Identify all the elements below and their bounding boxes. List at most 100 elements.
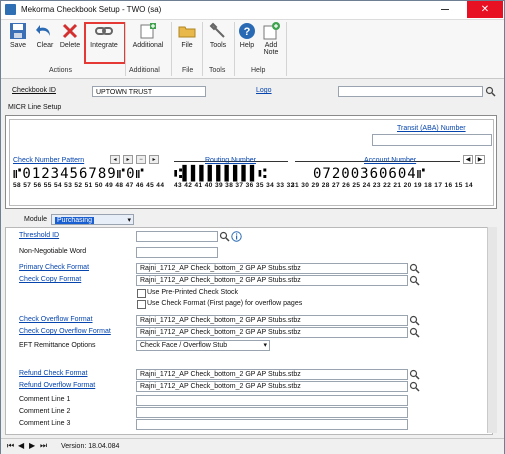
lookup-icon[interactable] — [409, 263, 420, 274]
help-icon: ? — [239, 23, 255, 39]
refund-check-format-field[interactable]: Rajni_1712_AP Check_bottom_2 GP AP Stubs… — [136, 369, 408, 380]
comment3-label: Comment Line 3 — [19, 420, 71, 427]
check-copy-format-field[interactable]: Rajni_1712_AP Check_bottom_2 GP AP Stubs… — [136, 275, 408, 286]
move-left-button[interactable]: ◂ — [110, 155, 120, 164]
help-button[interactable]: ? Help — [237, 22, 257, 66]
eft-remittance-label: EFT Remittance Options — [19, 342, 96, 349]
transit-number-field[interactable] — [372, 134, 492, 146]
chain-link-icon — [95, 27, 113, 35]
logo-link[interactable]: Logo — [256, 87, 272, 94]
checkbook-header: Checkbook ID UPTOWN TRUST Logo — [1, 81, 504, 101]
lookup-icon[interactable] — [219, 231, 230, 242]
logo-field[interactable] — [338, 86, 483, 97]
check-copy-format-link[interactable]: Check Copy Format — [19, 276, 81, 283]
additional-group-label: Additional — [129, 67, 160, 74]
lookup-icon[interactable] — [409, 315, 420, 326]
vertical-scrollbar[interactable] — [487, 227, 497, 433]
tools-icon — [209, 22, 225, 38]
micr-section-label: MICR Line Setup — [8, 104, 62, 111]
prev-record-button[interactable]: ◀ — [18, 441, 24, 450]
use-check-format-checkbox[interactable] — [137, 300, 146, 309]
check-number-micr: ⑈0123456789⑈0⑈ — [13, 166, 145, 182]
tools-group-label: Tools — [209, 67, 226, 74]
check-number-positions: 58 57 56 55 54 53 52 51 50 49 48 47 46 4… — [13, 182, 165, 189]
tools-button[interactable]: Tools — [205, 22, 231, 66]
threshold-id-link[interactable]: Threshold ID — [19, 232, 59, 239]
add-note-label-2: Note — [263, 49, 279, 56]
add-note-label-1: Add — [264, 42, 278, 49]
lookup-icon[interactable] — [409, 381, 420, 392]
delete-label: Delete — [59, 42, 81, 49]
check-number-pattern-link[interactable]: Check Number Pattern — [13, 157, 84, 164]
add-note-icon — [263, 22, 280, 40]
file-button[interactable]: File — [174, 22, 200, 66]
check-overflow-format-link[interactable]: Check Overflow Format — [19, 316, 93, 323]
close-button[interactable]: ✕ — [467, 1, 503, 18]
first-record-button[interactable]: ⏮ — [7, 441, 14, 451]
delete-button[interactable]: Delete — [58, 22, 82, 66]
ribbon: Save Clear Delete Integrate Actions Addi… — [1, 20, 504, 79]
file-label: File — [181, 42, 193, 49]
check-copy-overflow-field[interactable]: Rajni_1712_AP Check_bottom_2 GP AP Stubs… — [136, 327, 408, 338]
version-text: Version: 18.04.084 — [61, 443, 120, 450]
transit-number-link[interactable]: Transit (ABA) Number — [397, 125, 466, 132]
integrate-label: Integrate — [90, 42, 118, 49]
primary-check-format-link[interactable]: Primary Check Format — [19, 264, 89, 271]
save-button[interactable]: Save — [6, 22, 30, 66]
lookup-icon[interactable] — [409, 369, 420, 380]
non-negotiable-field[interactable] — [136, 247, 218, 258]
help-group-label: Help — [251, 67, 266, 74]
micr-next-button[interactable]: ▶ — [475, 155, 485, 164]
refund-check-format-link[interactable]: Refund Check Format — [19, 370, 87, 377]
last-record-button[interactable]: ⏭ — [40, 441, 47, 451]
checkbook-id-label: Checkbook ID — [12, 87, 56, 94]
module-label: Module — [24, 216, 47, 223]
account-micr: 07200360604⑈ — [313, 166, 427, 182]
app-icon — [5, 4, 16, 15]
title-bar: Mekorma Checkbook Setup - TWO (sa) ✕ — [1, 1, 504, 20]
comment2-field[interactable] — [136, 407, 408, 418]
checkbook-id-field[interactable]: UPTOWN TRUST — [92, 86, 206, 97]
comment1-label: Comment Line 1 — [19, 396, 71, 403]
check-overflow-format-field[interactable]: Rajni_1712_AP Check_bottom_2 GP AP Stubs… — [136, 315, 408, 326]
undo-arrow-icon — [36, 25, 50, 36]
refund-overflow-link[interactable]: Refund Overflow Format — [19, 382, 95, 389]
account-number-link[interactable]: Account Number — [364, 157, 416, 164]
eft-remittance-dropdown[interactable]: Check Face / Overflow Stub ▾ — [136, 340, 270, 351]
routing-positions: 43 42 41 40 39 38 37 36 35 34 33 32 — [174, 182, 295, 189]
next-record-button[interactable]: ▶ — [29, 441, 35, 450]
clear-button[interactable]: Clear — [33, 22, 57, 66]
micr-prev-button[interactable]: ◀ — [463, 155, 473, 164]
micr-line-panel: Transit (ABA) Number Check Number Patter… — [5, 115, 497, 209]
routing-number-link[interactable]: Routing Number — [205, 157, 256, 164]
comment1-field[interactable] — [136, 395, 408, 406]
chevron-down-icon: ▾ — [263, 342, 267, 349]
add-note-button[interactable]: Add Note — [260, 22, 282, 66]
threshold-id-field[interactable] — [136, 231, 218, 242]
info-icon[interactable] — [231, 231, 242, 242]
use-check-format-label: Use Check Format (First page) for overfl… — [147, 300, 303, 307]
comment3-field[interactable] — [136, 419, 408, 430]
lookup-icon[interactable] — [485, 86, 496, 97]
refund-overflow-field[interactable]: Rajni_1712_AP Check_bottom_2 GP AP Stubs… — [136, 381, 408, 392]
minimize-button[interactable] — [438, 3, 452, 15]
use-preprinted-checkbox[interactable] — [137, 289, 146, 298]
ribbon-separator — [234, 22, 235, 76]
check-copy-overflow-link[interactable]: Check Copy Overflow Format — [19, 328, 111, 335]
remove-button[interactable]: − — [136, 155, 146, 164]
svg-text:?: ? — [244, 26, 251, 38]
move-end-button[interactable]: ▸ — [149, 155, 159, 164]
routing-micr: ⑆▌▌▌▌▌▌▌▌▌⑆ — [174, 166, 267, 182]
ribbon-separator — [171, 22, 172, 76]
ribbon-separator — [125, 22, 126, 76]
save-icon — [10, 23, 26, 39]
primary-check-format-field[interactable]: Rajni_1712_AP Check_bottom_2 GP AP Stubs… — [136, 263, 408, 274]
lookup-icon[interactable] — [409, 275, 420, 286]
integrate-button[interactable]: Integrate — [86, 22, 122, 66]
module-dropdown[interactable]: Purchasing ▾ — [51, 214, 134, 225]
lookup-icon[interactable] — [409, 327, 420, 338]
eft-remittance-value: Check Face / Overflow Stub — [140, 342, 228, 349]
additional-button[interactable]: Additional — [128, 22, 168, 66]
move-right-button[interactable]: ▸ — [123, 155, 133, 164]
module-selected-value: Purchasing — [55, 217, 95, 224]
